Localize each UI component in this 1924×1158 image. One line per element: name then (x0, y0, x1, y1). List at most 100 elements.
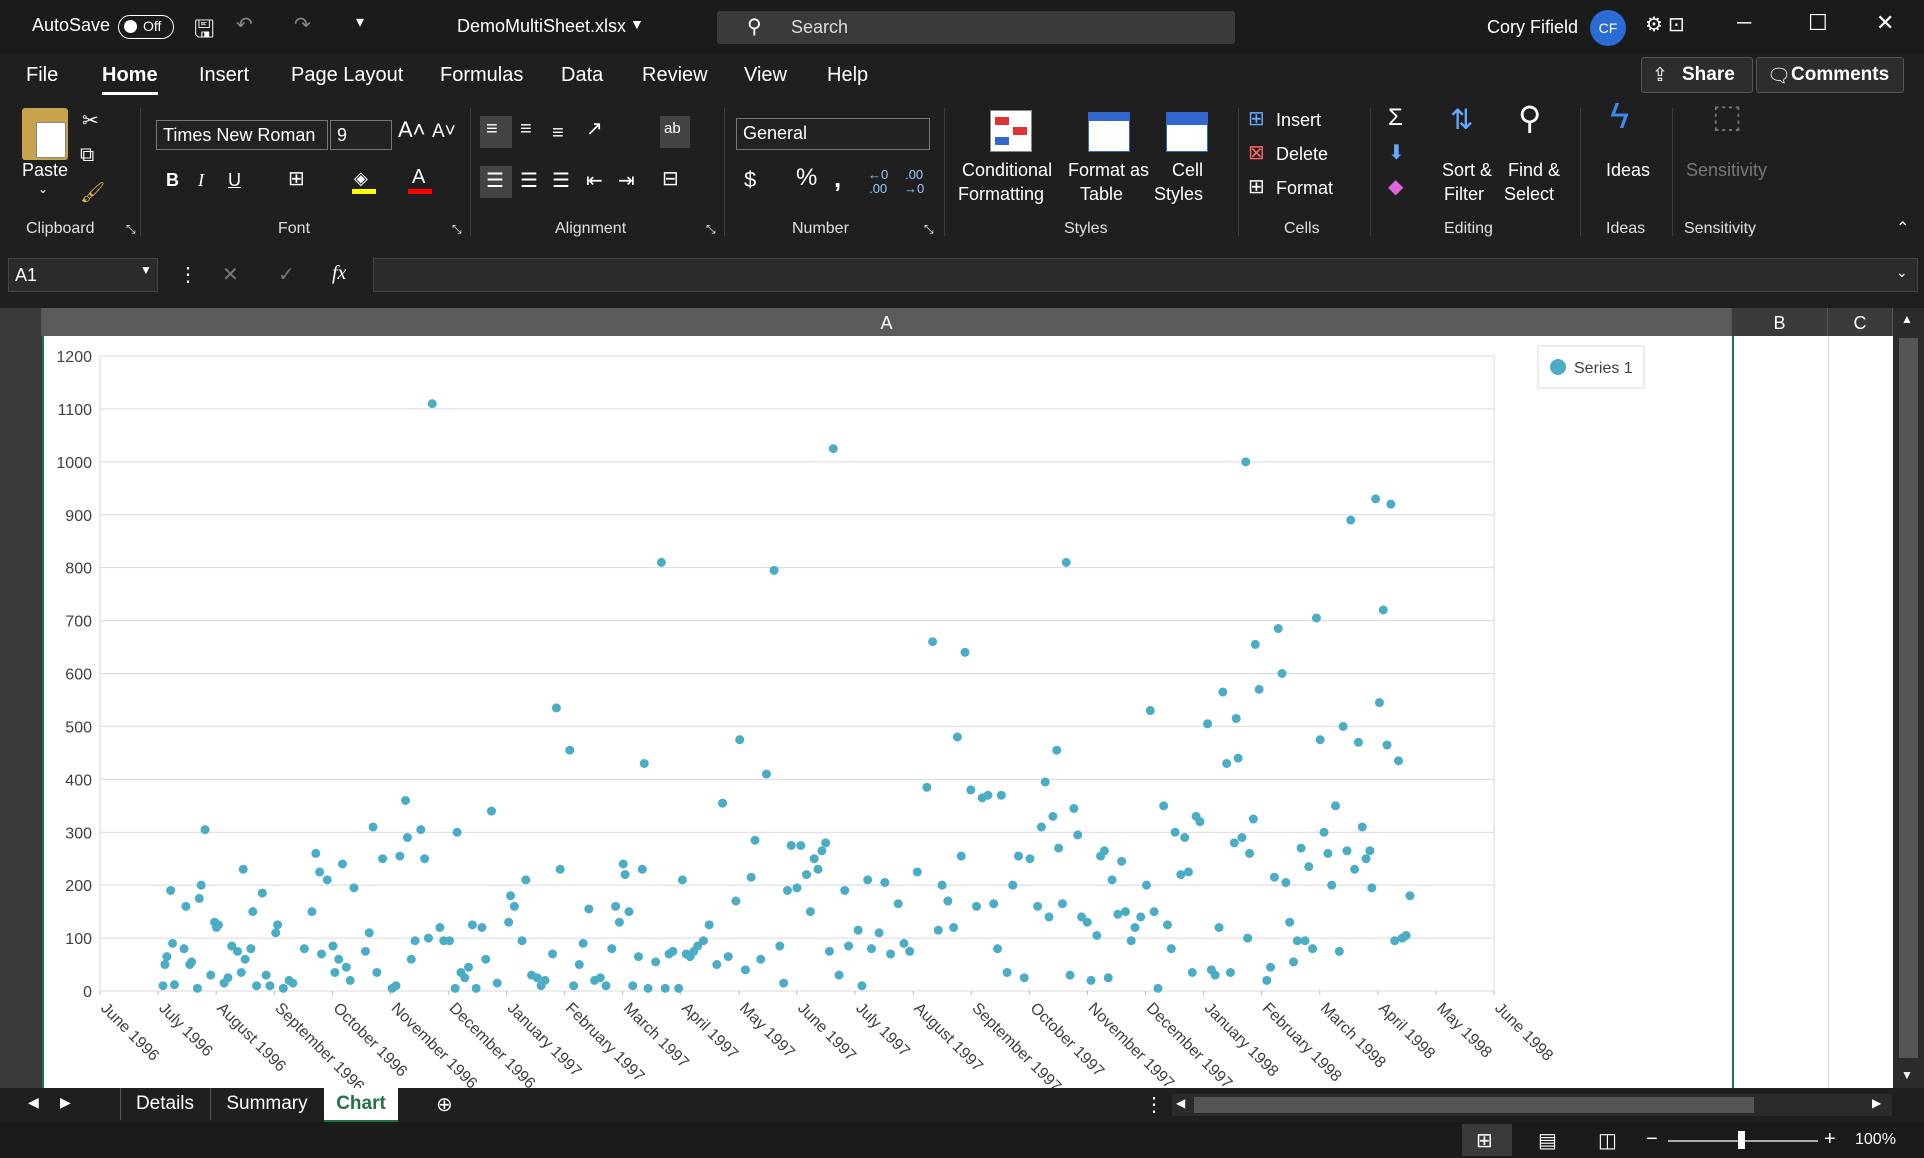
fill-color-icon[interactable]: ◈ (352, 168, 376, 194)
format-cells-button[interactable]: Format (1276, 176, 1333, 200)
comma-style-icon[interactable]: , (834, 165, 841, 191)
number-launcher-icon[interactable]: ⤡ (924, 222, 934, 237)
zoom-out-icon[interactable]: − (1646, 1128, 1658, 1151)
top-align-icon[interactable]: ≡ (480, 116, 512, 148)
column-header-a[interactable]: A (42, 308, 1732, 336)
add-sheet-icon[interactable]: ⊕ (436, 1092, 453, 1117)
merge-center-icon[interactable]: ⊟ (662, 166, 679, 191)
copy-icon[interactable]: ⧉ (80, 144, 94, 167)
decrease-indent-icon[interactable]: ⇤ (586, 168, 603, 193)
scroll-left-icon[interactable]: ◀ (1176, 1096, 1185, 1110)
tab-formulas[interactable]: Formulas (440, 64, 523, 87)
borders-icon[interactable]: ⊞ (288, 166, 305, 191)
cell-styles-label-2[interactable]: Styles (1154, 182, 1203, 206)
zoom-slider-thumb[interactable] (1738, 1131, 1745, 1149)
enter-icon[interactable]: ✓ (278, 262, 295, 287)
format-painter-icon[interactable]: 🖌 (80, 180, 105, 205)
tab-review[interactable]: Review (642, 64, 708, 87)
delete-cells-icon[interactable]: ⊠ (1248, 140, 1265, 165)
format-as-table-label-1[interactable]: Format as (1068, 158, 1149, 182)
sheet-tab-summary[interactable]: Summary (210, 1088, 323, 1120)
align-right-icon[interactable]: ☰ (552, 168, 570, 193)
minimize-icon[interactable]: ─ (1737, 12, 1751, 35)
ideas-icon[interactable]: ϟ (1610, 98, 1629, 134)
clipboard-launcher-icon[interactable]: ⤡ (126, 222, 136, 237)
scroll-right-icon[interactable]: ▶ (1872, 1096, 1881, 1110)
horizontal-scrollbar[interactable]: ◀ ▶ (1172, 1094, 1892, 1116)
page-layout-view-icon[interactable]: ▤ (1538, 1128, 1557, 1153)
align-left-icon[interactable]: ☰ (480, 166, 512, 198)
search-box[interactable]: ⚲ Search (717, 11, 1235, 44)
share-button[interactable]: ⇪ Share (1641, 57, 1753, 93)
paste-icon[interactable] (22, 108, 68, 160)
h-scroll-thumb[interactable] (1194, 1097, 1754, 1113)
bottom-align-icon[interactable]: ≡ (552, 122, 564, 145)
increase-decimal-icon[interactable]: ←0.00 (868, 168, 888, 196)
tab-home[interactable]: Home (102, 64, 158, 87)
ideas-button[interactable]: Ideas (1606, 158, 1650, 182)
currency-icon[interactable]: $ (744, 168, 756, 192)
scroll-thumb[interactable] (1899, 338, 1918, 1058)
wrap-text-icon[interactable]: ab (660, 116, 690, 148)
format-as-table-icon[interactable] (1088, 112, 1130, 152)
undo-icon[interactable]: ↶ (236, 12, 253, 37)
delete-cells-button[interactable]: Delete (1276, 142, 1328, 166)
italic-icon[interactable]: I (198, 168, 204, 192)
save-icon[interactable]: 🖫 (194, 12, 214, 53)
column-header-b[interactable]: B (1732, 308, 1828, 336)
column-header-c[interactable]: C (1828, 308, 1893, 336)
tab-file[interactable]: File (26, 64, 58, 87)
increase-font-icon[interactable]: A˄ (398, 118, 426, 142)
cut-icon[interactable]: ✂ (82, 108, 99, 133)
tab-splitter-icon[interactable]: ⋮ (1144, 1092, 1164, 1117)
autosum-icon[interactable]: Σ (1388, 104, 1403, 132)
paste-button[interactable]: Paste (22, 158, 68, 182)
more-options-icon[interactable]: ⋮ (178, 262, 198, 287)
name-box[interactable]: A1 (8, 258, 158, 292)
next-sheet-icon[interactable]: ▶ (60, 1094, 71, 1111)
sheet-tab-details[interactable]: Details (120, 1088, 209, 1120)
middle-align-icon[interactable]: ≡ (520, 118, 532, 141)
font-launcher-icon[interactable]: ⤡ (452, 222, 462, 237)
customize-toolbar-icon[interactable]: ▾ (356, 12, 364, 32)
sort-filter-label-2[interactable]: Filter (1444, 182, 1484, 206)
insert-function-icon[interactable]: fx (332, 262, 346, 285)
font-size-select[interactable]: 9 (330, 120, 392, 150)
format-cells-icon[interactable]: ⊞ (1248, 174, 1265, 199)
zoom-in-icon[interactable]: + (1824, 1128, 1836, 1151)
find-select-label-2[interactable]: Select (1504, 182, 1554, 206)
name-box-dropdown-icon[interactable]: ▼ (140, 263, 152, 277)
avatar[interactable]: CF (1590, 10, 1626, 46)
prev-sheet-icon[interactable]: ◀ (28, 1094, 39, 1111)
conditional-formatting-icon[interactable] (990, 110, 1032, 152)
find-select-label-1[interactable]: Find & (1508, 158, 1560, 182)
increase-indent-icon[interactable]: ⇥ (618, 168, 635, 193)
orientation-icon[interactable]: ↗ (586, 116, 603, 141)
chevron-down-icon[interactable]: ▼ (630, 16, 644, 32)
tab-insert[interactable]: Insert (199, 64, 249, 87)
user-name[interactable]: Cory Fifield (1487, 17, 1578, 38)
maximize-icon[interactable]: ☐ (1808, 10, 1828, 36)
underline-icon[interactable]: U (228, 168, 241, 192)
tab-page-layout[interactable]: Page Layout (291, 64, 403, 87)
conditional-formatting-label-1[interactable]: Conditional (962, 158, 1052, 182)
autosave-toggle[interactable]: Off (118, 15, 174, 39)
page-break-view-icon[interactable]: ◫ (1598, 1128, 1617, 1153)
collapse-ribbon-icon[interactable]: ⌃ (1896, 218, 1909, 238)
paste-dropdown-icon[interactable]: ⌄ (38, 182, 48, 196)
percent-icon[interactable]: % (796, 166, 817, 190)
insert-cells-icon[interactable]: ⊞ (1248, 106, 1265, 131)
tab-view[interactable]: View (744, 64, 787, 87)
chart-object[interactable]: 0 100 200 300 400 500 600 700 800 900 1000 1100 1200… (42, 336, 1656, 1096)
cancel-icon[interactable]: ✕ (222, 262, 239, 287)
decrease-decimal-icon[interactable]: .00 →0 (904, 168, 924, 196)
zoom-level[interactable]: 100% (1855, 1131, 1896, 1149)
cell-styles-label-1[interactable]: Cell (1172, 158, 1203, 182)
font-color-icon[interactable]: A (408, 166, 432, 194)
comments-button[interactable]: 🗨 Comments (1756, 57, 1904, 93)
font-name-select[interactable]: Times New Roman (156, 120, 328, 150)
close-icon[interactable]: ✕ (1876, 10, 1894, 36)
normal-view-icon[interactable]: ⊞ (1462, 1124, 1512, 1156)
sheet-tab-chart[interactable]: Chart (324, 1088, 398, 1123)
expand-formula-icon[interactable]: ⌄ (1896, 264, 1908, 281)
